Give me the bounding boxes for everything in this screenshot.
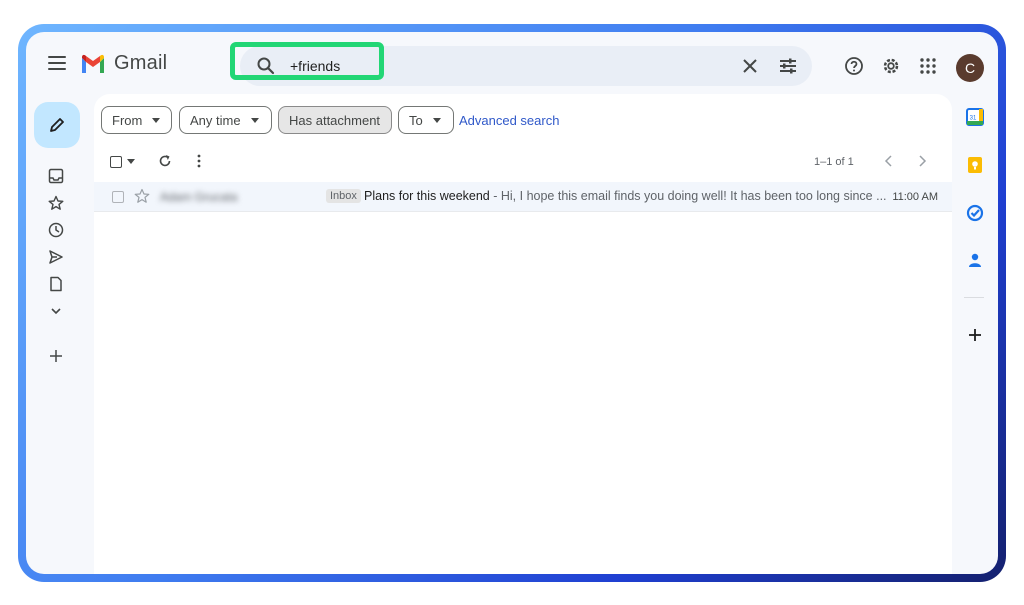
pagination-count: 1–1 of 1 <box>814 156 854 168</box>
has-attachment-filter-chip[interactable]: Has attachment <box>278 106 392 134</box>
search-icon[interactable] <box>256 56 276 76</box>
account-avatar[interactable]: C <box>956 54 984 82</box>
contacts-icon[interactable] <box>966 251 984 269</box>
inbox-icon[interactable] <box>48 168 64 184</box>
table-row[interactable]: Adam Grucata Inbox Plans for this weeken… <box>94 182 952 212</box>
apps-grid-icon[interactable] <box>918 56 938 76</box>
any-time-filter-label: Any time <box>190 112 241 128</box>
any-time-filter-chip[interactable]: Any time <box>179 106 272 134</box>
search-input[interactable] <box>290 54 690 78</box>
clear-search-icon[interactable] <box>740 56 760 76</box>
tasks-icon[interactable] <box>966 204 984 222</box>
starred-icon[interactable] <box>48 195 64 211</box>
advanced-search-link[interactable]: Advanced search <box>459 113 559 128</box>
email-subject: Plans for this weekend <box>364 189 490 203</box>
gmail-m-icon <box>82 54 104 73</box>
help-icon[interactable] <box>844 56 864 76</box>
caret-down-icon <box>432 117 441 123</box>
email-snippet: - Hi, I hope this email finds you doing … <box>489 189 887 203</box>
next-page-icon[interactable] <box>917 155 927 167</box>
gmail-logo[interactable]: Gmail <box>80 52 167 75</box>
keep-icon[interactable] <box>966 156 984 174</box>
search-options-icon[interactable] <box>778 56 798 76</box>
settings-gear-icon[interactable] <box>881 56 901 76</box>
select-dropdown-caret-icon[interactable] <box>127 159 135 165</box>
email-time: 11:00 AM <box>892 191 938 203</box>
email-subject-line: Plans for this weekend - Hi, I hope this… <box>364 189 887 203</box>
screenshot-frame: Gmail +friends C From Any time Has attac… <box>18 24 1006 582</box>
from-filter-label: From <box>112 112 143 128</box>
snoozed-clock-icon[interactable] <box>48 222 64 238</box>
caret-down-icon <box>250 117 259 123</box>
drafts-icon[interactable] <box>48 276 64 292</box>
main-menu-icon[interactable] <box>48 56 66 70</box>
more-chevron-down-icon[interactable] <box>48 303 64 319</box>
compose-button[interactable] <box>34 102 80 148</box>
from-filter-chip[interactable]: From <box>101 106 172 134</box>
star-icon[interactable] <box>134 188 150 204</box>
create-label-plus-icon[interactable] <box>48 348 64 364</box>
has-attachment-filter-label: Has attachment <box>289 112 381 128</box>
previous-page-icon[interactable] <box>884 155 894 167</box>
to-filter-chip[interactable]: To <box>398 106 454 134</box>
side-panel-divider <box>964 297 984 298</box>
row-checkbox[interactable] <box>112 191 124 203</box>
app-name: Gmail <box>114 52 168 74</box>
email-sender: Adam Grucata <box>160 190 238 204</box>
inbox-label-badge[interactable]: Inbox <box>326 189 361 203</box>
to-filter-label: To <box>409 112 423 128</box>
select-all-checkbox[interactable] <box>110 156 122 168</box>
refresh-icon[interactable] <box>158 154 172 168</box>
more-options-icon[interactable] <box>197 154 201 168</box>
search-results-panel: From Any time Has attachment To Advanced… <box>94 94 952 574</box>
svg-text:31: 31 <box>970 116 977 122</box>
search-bar[interactable] <box>240 46 812 86</box>
get-addons-plus-icon[interactable] <box>966 326 984 344</box>
caret-down-icon <box>152 117 161 123</box>
sent-icon[interactable] <box>48 249 64 265</box>
calendar-icon[interactable]: 31 <box>966 108 984 126</box>
pencil-icon <box>50 118 64 132</box>
gmail-window: Gmail +friends C From Any time Has attac… <box>26 32 998 574</box>
